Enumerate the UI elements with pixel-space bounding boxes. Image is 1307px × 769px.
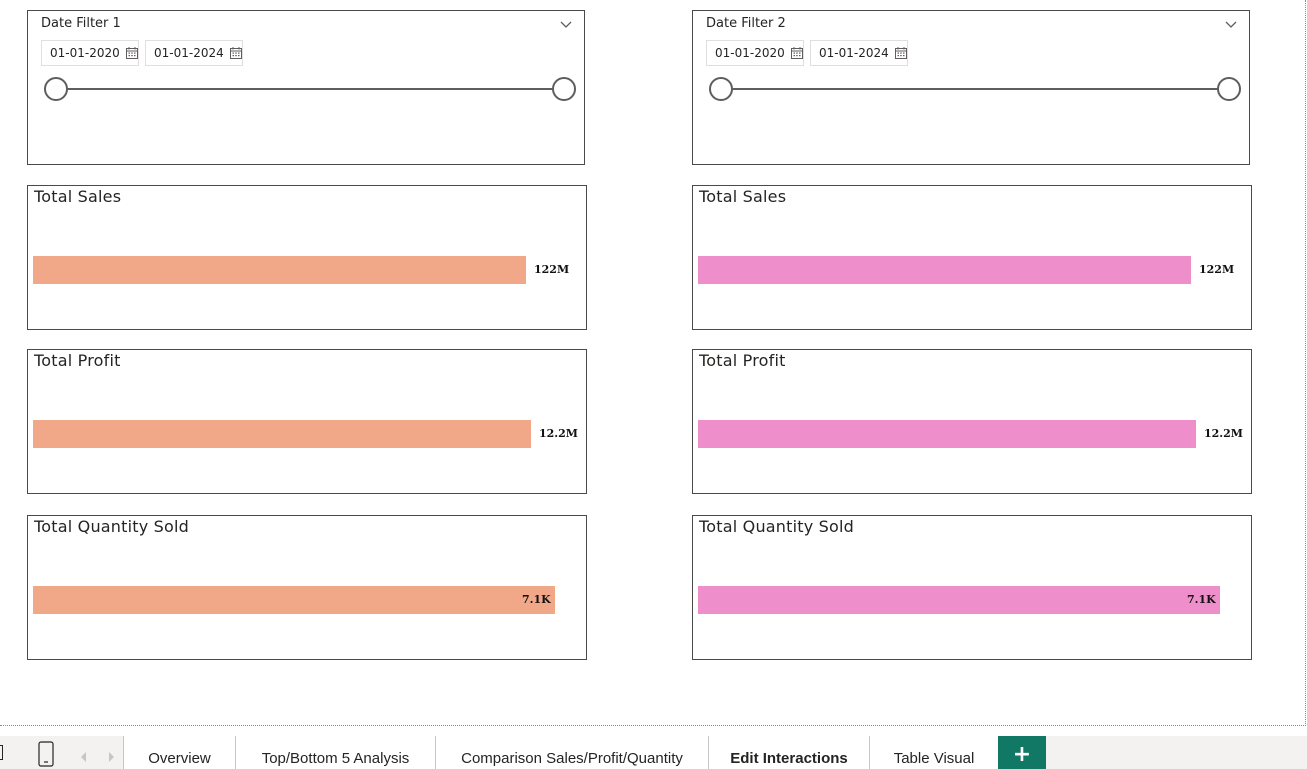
tab-table-visual[interactable]: Table Visual <box>870 736 998 769</box>
card-title: Total Quantity Sold <box>699 517 855 536</box>
data-label: 12.2M <box>1204 427 1243 440</box>
card-title: Total Sales <box>699 187 787 206</box>
report-canvas: Date Filter 1 01-01-2020 01-01-2024 Date… <box>0 0 1307 769</box>
tab-overview[interactable]: Overview <box>124 736 236 769</box>
slider-end-handle[interactable] <box>1217 77 1241 101</box>
calendar-icon[interactable] <box>125 47 138 59</box>
total-sales-bar[interactable] <box>698 256 1191 284</box>
total-profit-bar[interactable] <box>698 420 1196 448</box>
card-title: Total Quantity Sold <box>34 517 190 536</box>
slider-end-handle[interactable] <box>552 77 576 101</box>
phone-layout-icon[interactable] <box>38 741 54 767</box>
card-title: Total Profit <box>34 351 121 370</box>
page-icon[interactable] <box>0 745 4 761</box>
calendar-icon[interactable] <box>790 47 803 59</box>
data-label: 12.2M <box>539 427 578 440</box>
chevron-right-icon[interactable] <box>107 752 115 762</box>
end-date-input[interactable]: 01-01-2024 <box>810 40 908 66</box>
slider-start-handle[interactable] <box>709 77 733 101</box>
slicer-title: Date Filter 1 <box>41 16 121 31</box>
total-quantity-bar[interactable] <box>33 586 555 614</box>
total-sales-card-right[interactable]: Total Sales 122M <box>692 185 1252 330</box>
start-date-input[interactable]: 01-01-2020 <box>41 40 139 66</box>
add-page-button[interactable]: + <box>998 736 1046 769</box>
page-boundary-right <box>1305 0 1306 726</box>
total-quantity-card-right[interactable]: Total Quantity Sold 7.1K <box>692 515 1252 660</box>
card-title: Total Profit <box>699 351 786 370</box>
data-label: 122M <box>1199 263 1235 276</box>
slider-start-handle[interactable] <box>44 77 68 101</box>
data-label: 122M <box>534 263 570 276</box>
page-tab-bar: Overview Top/Bottom 5 Analysis Compariso… <box>0 736 1307 769</box>
data-label: 7.1K <box>522 593 551 606</box>
end-date-input[interactable]: 01-01-2024 <box>145 40 243 66</box>
tab-edit-interactions[interactable]: Edit Interactions <box>709 736 870 769</box>
page-boundary-bottom <box>0 725 1306 726</box>
tab-top-bottom-5-analysis[interactable]: Top/Bottom 5 Analysis <box>236 736 436 769</box>
start-date-input[interactable]: 01-01-2020 <box>706 40 804 66</box>
total-profit-card-right[interactable]: Total Profit 12.2M <box>692 349 1252 494</box>
total-profit-bar[interactable] <box>33 420 531 448</box>
date-filter-2-slicer[interactable]: Date Filter 2 01-01-2020 01-01-2024 <box>692 10 1250 165</box>
total-quantity-bar[interactable] <box>698 586 1220 614</box>
date-range-slider-track[interactable] <box>721 88 1229 90</box>
calendar-icon[interactable] <box>229 47 242 59</box>
date-range-slider-track[interactable] <box>56 88 564 90</box>
total-profit-card-left[interactable]: Total Profit 12.2M <box>27 349 587 494</box>
total-sales-card-left[interactable]: Total Sales 122M <box>27 185 587 330</box>
card-title: Total Sales <box>34 187 122 206</box>
tab-comparison-sales-profit-quantity[interactable]: Comparison Sales/Profit/Quantity <box>436 736 709 769</box>
slicer-title: Date Filter 2 <box>706 16 786 31</box>
calendar-icon[interactable] <box>894 47 907 59</box>
total-quantity-card-left[interactable]: Total Quantity Sold 7.1K <box>27 515 587 660</box>
date-filter-1-slicer[interactable]: Date Filter 1 01-01-2020 01-01-2024 <box>27 10 585 165</box>
chevron-down-icon[interactable] <box>560 18 572 30</box>
total-sales-bar[interactable] <box>33 256 526 284</box>
chevron-down-icon[interactable] <box>1225 18 1237 30</box>
page-nav-area <box>0 736 124 769</box>
chevron-left-icon[interactable] <box>80 752 88 762</box>
data-label: 7.1K <box>1187 593 1216 606</box>
plus-icon: + <box>1012 742 1032 767</box>
